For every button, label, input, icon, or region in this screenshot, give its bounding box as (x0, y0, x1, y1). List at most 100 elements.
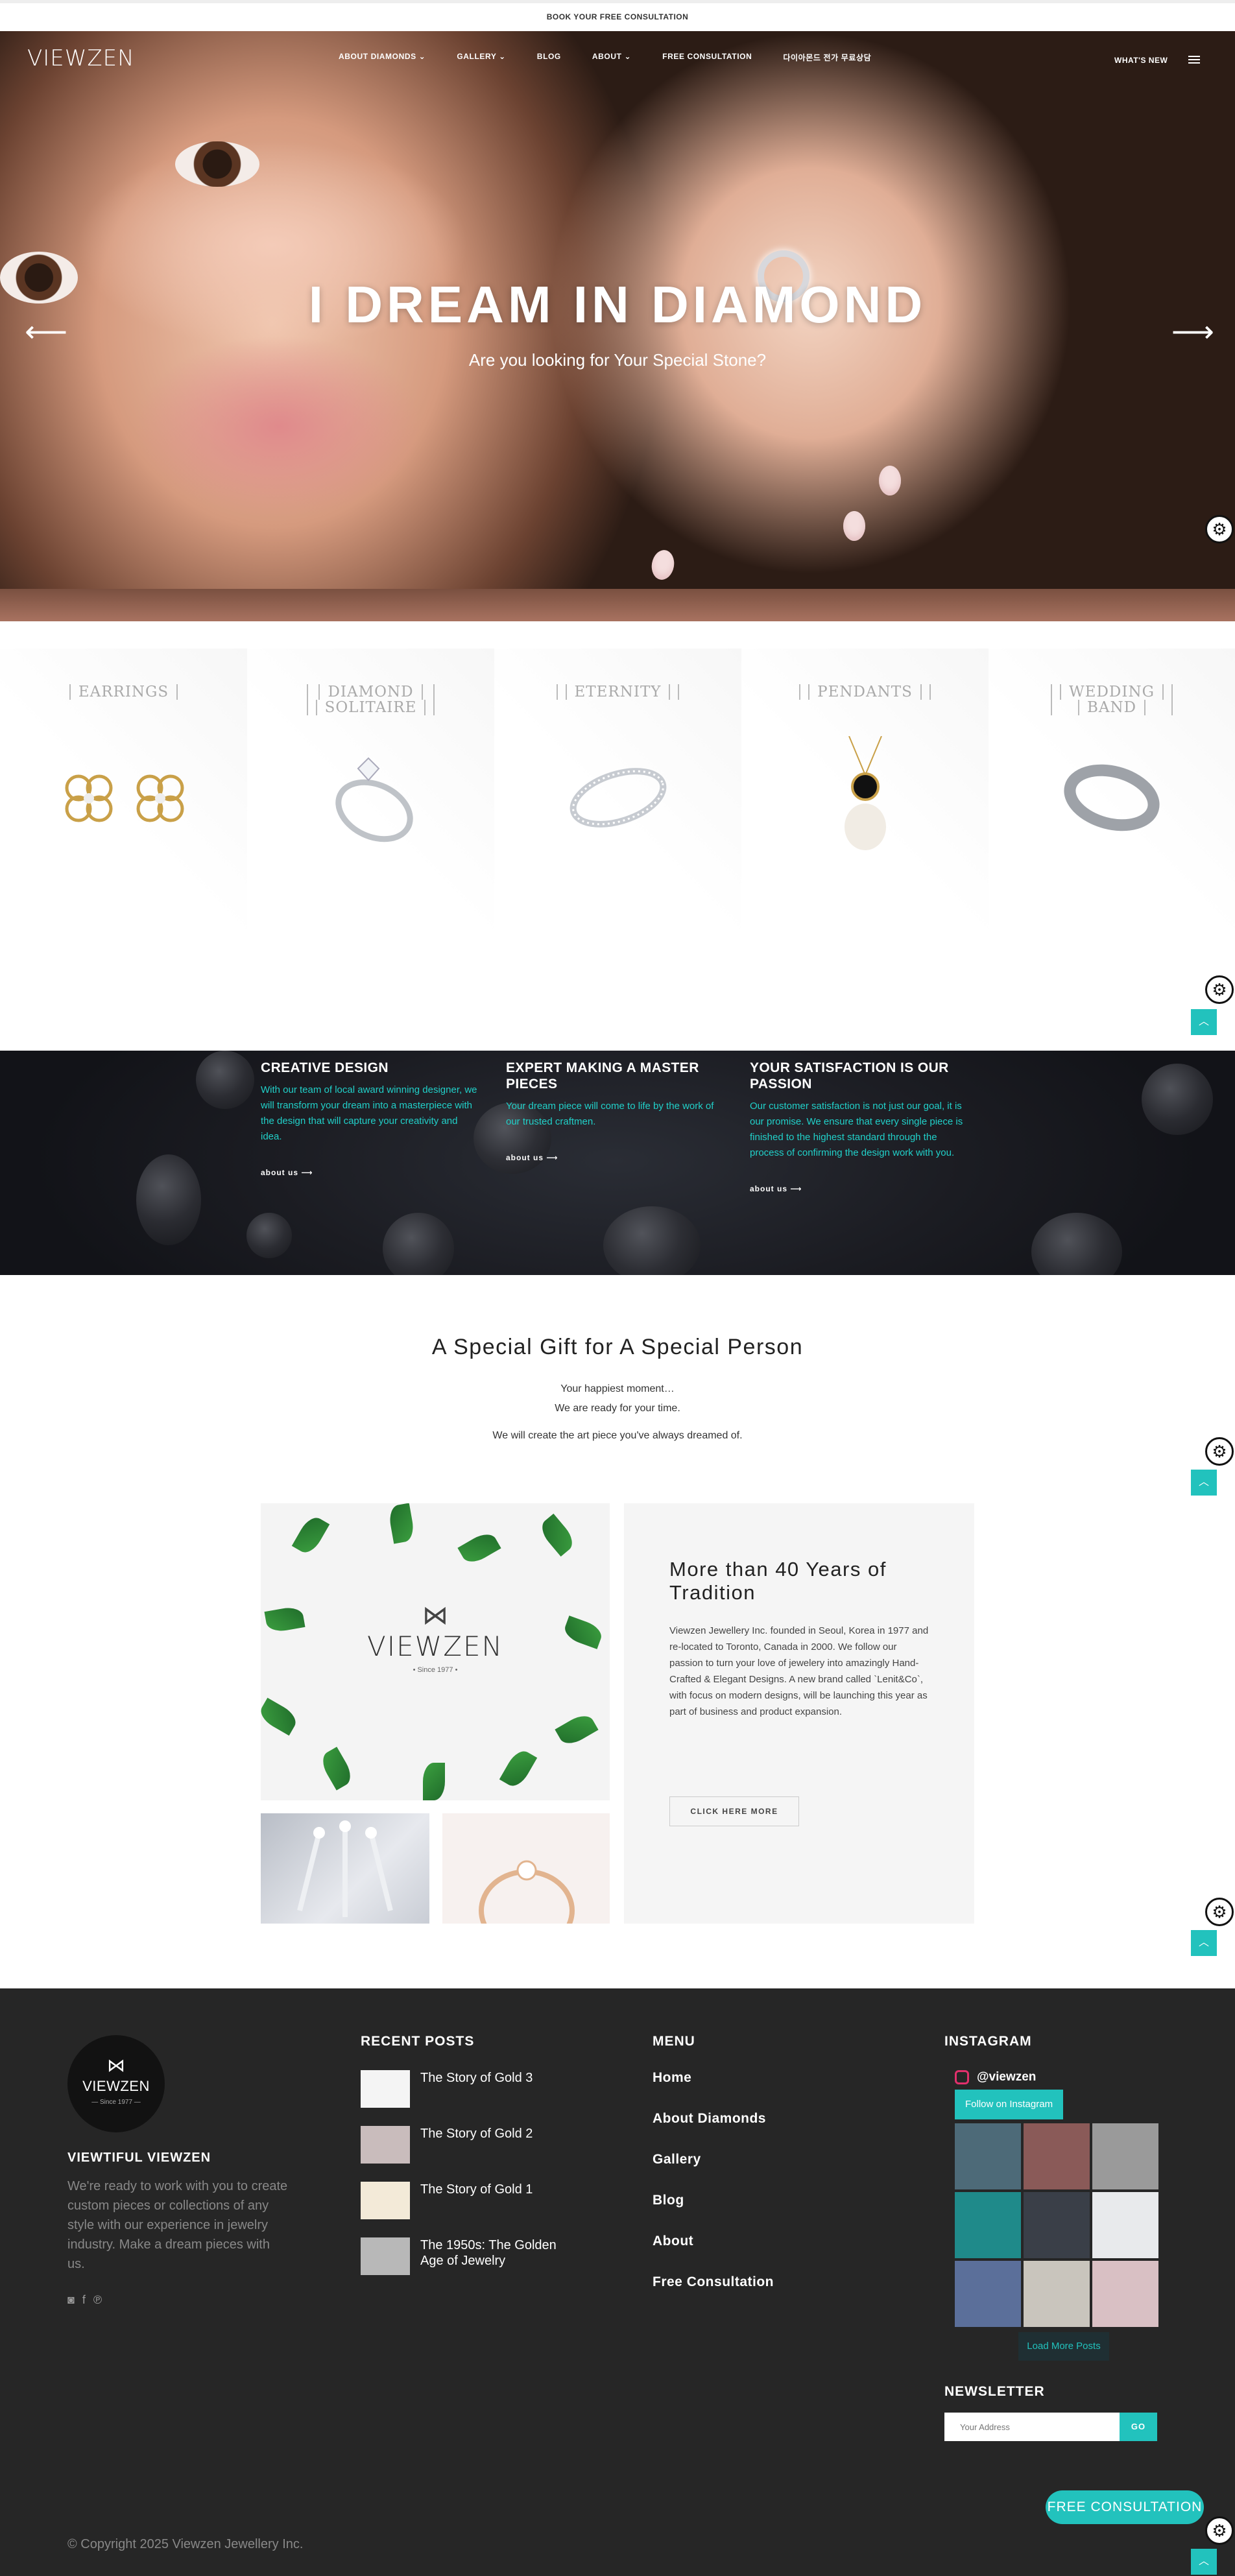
accessibility-icon[interactable]: ⚙ (1205, 515, 1234, 543)
decor-gem (1142, 1064, 1213, 1135)
hamburger-menu-icon[interactable] (1188, 56, 1200, 64)
footer-menu-gallery[interactable]: Gallery (653, 2152, 774, 2167)
nav-korean-consultation[interactable]: 다이아몬드 전가 무료상담 (783, 52, 871, 63)
post-item[interactable]: The Story of Gold 1 (361, 2182, 581, 2219)
post-title[interactable]: The Story of Gold 3 (420, 2070, 533, 2086)
instagram-thumb[interactable] (955, 2192, 1021, 2258)
post-thumbnail[interactable] (361, 2126, 410, 2164)
rose-gold-ring-image (442, 1813, 610, 1952)
instagram-thumb[interactable] (1092, 2123, 1158, 2189)
top-announcement-bar[interactable]: BOOK YOUR FREE CONSULTATION (0, 0, 1235, 31)
tile-logo-since: • Since 1977 • (413, 1666, 458, 1674)
category-earrings[interactable]: EARRINGS (0, 649, 247, 933)
instagram-icon[interactable]: ◙ (67, 2293, 75, 2307)
feature-more-link[interactable]: about us ⟶ (261, 1168, 481, 1177)
newsletter-email-input[interactable] (944, 2413, 1120, 2441)
scroll-top-button[interactable]: ︿ (1191, 1470, 1217, 1496)
slider-next-arrow-icon[interactable]: ⟶ (1171, 316, 1214, 346)
category-label-line: PENDANTS (808, 684, 922, 700)
decor-gem (383, 1213, 454, 1275)
footer-description: We're ready to work with you to create c… (67, 2179, 288, 2271)
scroll-top-button[interactable]: ︿ (1191, 1930, 1217, 1956)
instagram-thumb[interactable] (1024, 2123, 1090, 2189)
pinterest-icon[interactable]: ℗ (93, 2293, 102, 2307)
instagram-thumb[interactable] (1024, 2261, 1090, 2327)
instagram-thumb[interactable] (955, 2261, 1021, 2327)
free-consultation-floating-button[interactable]: FREE CONSULTATION (1046, 2490, 1204, 2524)
click-here-more-button[interactable]: CLICK HERE MORE (669, 1796, 799, 1826)
site-logo[interactable]: VIEWZEN (27, 45, 135, 71)
leaf-decor (499, 1747, 538, 1791)
pendant-image (741, 733, 989, 863)
tile-logo-text: VIEWZEN (367, 1630, 503, 1662)
features-band: CREATIVE DESIGN With our team of local a… (0, 1051, 1235, 1275)
post-thumbnail[interactable] (361, 2182, 410, 2219)
tile-logo-mark-icon: ⋈ (422, 1601, 448, 1630)
footer-menu-home[interactable]: Home (653, 2070, 774, 2086)
instagram-thumb[interactable] (1092, 2192, 1158, 2258)
footer-menu-about[interactable]: About (653, 2234, 774, 2249)
social-links: ◙ f ℗ (67, 2293, 102, 2307)
footer-menu-blog[interactable]: Blog (653, 2193, 774, 2208)
footer-menu-free-consultation[interactable]: Free Consultation (653, 2274, 774, 2290)
feature-more-link[interactable]: about us ⟶ (750, 1184, 970, 1193)
category-pendants[interactable]: PENDANTS (741, 649, 989, 933)
load-more-posts-button[interactable]: Load More Posts (1018, 2332, 1109, 2361)
category-label-line: WEDDING (1060, 684, 1164, 700)
instagram-handle-text[interactable]: @viewzen (977, 2070, 1036, 2084)
accessibility-icon[interactable]: ⚙ (1205, 1898, 1234, 1926)
instagram-thumb[interactable] (955, 2123, 1021, 2189)
category-eternity[interactable]: ETERNITY (494, 649, 741, 933)
footer-title: VIEWTIFUL VIEWZEN (67, 2151, 211, 2165)
leaf-decor (555, 1710, 599, 1749)
leaf-decor (261, 1697, 300, 1736)
feature-expert-making: EXPERT MAKING A MASTER PIECES Your dream… (506, 1060, 726, 1162)
post-title[interactable]: The Story of Gold 1 (420, 2182, 533, 2197)
feature-more-link[interactable]: about us ⟶ (506, 1153, 726, 1162)
hero-eye-left (175, 141, 259, 187)
about-title: More than 40 Years of Tradition (669, 1558, 887, 1604)
instagram-thumb[interactable] (1092, 2261, 1158, 2327)
instagram-handle[interactable]: @viewzen (955, 2070, 1165, 2084)
post-thumbnail[interactable] (361, 2237, 410, 2275)
facebook-icon[interactable]: f (82, 2293, 86, 2307)
leaf-decor (291, 1513, 330, 1557)
post-thumbnail[interactable] (361, 2070, 410, 2108)
announcement-text[interactable]: BOOK YOUR FREE CONSULTATION (547, 12, 689, 21)
footer-logo[interactable]: ⋈ VIEWZEN — Since 1977 — (67, 2035, 165, 2132)
newsletter-title: NEWSLETTER (944, 2384, 1045, 2399)
leaf-decor (423, 1763, 445, 1800)
footer-menu-about-diamonds[interactable]: About Diamonds (653, 2111, 774, 2127)
decor-gem (136, 1154, 201, 1245)
footer-menu: MENU Home About Diamonds Gallery Blog Ab… (653, 2034, 774, 2315)
nav-free-consultation[interactable]: FREE CONSULTATION (662, 52, 752, 63)
hero-subtitle: Are you looking for Your Special Stone? (468, 350, 767, 370)
site-footer: ⋈ VIEWZEN — Since 1977 — VIEWTIFUL VIEWZ… (0, 1988, 1235, 2576)
main-nav: ABOUT DIAMONDS ⌄ GALLERY ⌄ BLOG ABOUT ⌄ … (339, 52, 902, 63)
whats-new-link[interactable]: WHAT'S NEW (1114, 56, 1168, 65)
accessibility-icon[interactable]: ⚙ (1205, 975, 1234, 1004)
recent-posts: RECENT POSTS The Story of Gold 3 The Sto… (361, 2034, 581, 2293)
post-title[interactable]: The 1950s: The Golden Age of Jewelry (420, 2237, 581, 2269)
instagram-thumb[interactable] (1024, 2192, 1090, 2258)
post-item[interactable]: The Story of Gold 3 (361, 2070, 581, 2108)
scroll-top-button[interactable]: ︿ (1191, 2549, 1217, 2575)
nav-about-diamonds[interactable]: ABOUT DIAMONDS ⌄ (339, 52, 426, 63)
scroll-top-button[interactable]: ︿ (1191, 1009, 1217, 1035)
post-item[interactable]: The 1950s: The Golden Age of Jewelry (361, 2237, 581, 2275)
follow-instagram-button[interactable]: Follow on Instagram (955, 2090, 1064, 2119)
decor-gem (603, 1206, 701, 1275)
post-item[interactable]: The Story of Gold 2 (361, 2126, 581, 2164)
category-diamond-solitaire[interactable]: DIAMOND SOLITAIRE (247, 649, 494, 933)
nav-blog[interactable]: BLOG (537, 52, 561, 63)
post-title[interactable]: The Story of Gold 2 (420, 2126, 533, 2141)
category-wedding-band[interactable]: WEDDING BAND (989, 649, 1235, 933)
copyright: © Copyright 2025 Viewzen Jewellery Inc. (67, 2537, 304, 2551)
leaf-decor (457, 1529, 501, 1568)
slider-prev-arrow-icon[interactable]: ⟵ (25, 316, 67, 346)
newsletter-go-button[interactable]: GO (1120, 2413, 1157, 2441)
gift-title: A Special Gift for A Special Person (431, 1335, 804, 1359)
nav-gallery[interactable]: GALLERY ⌄ (457, 52, 505, 63)
nav-about[interactable]: ABOUT ⌄ (592, 52, 631, 63)
accessibility-icon[interactable]: ⚙ (1205, 2516, 1234, 2545)
